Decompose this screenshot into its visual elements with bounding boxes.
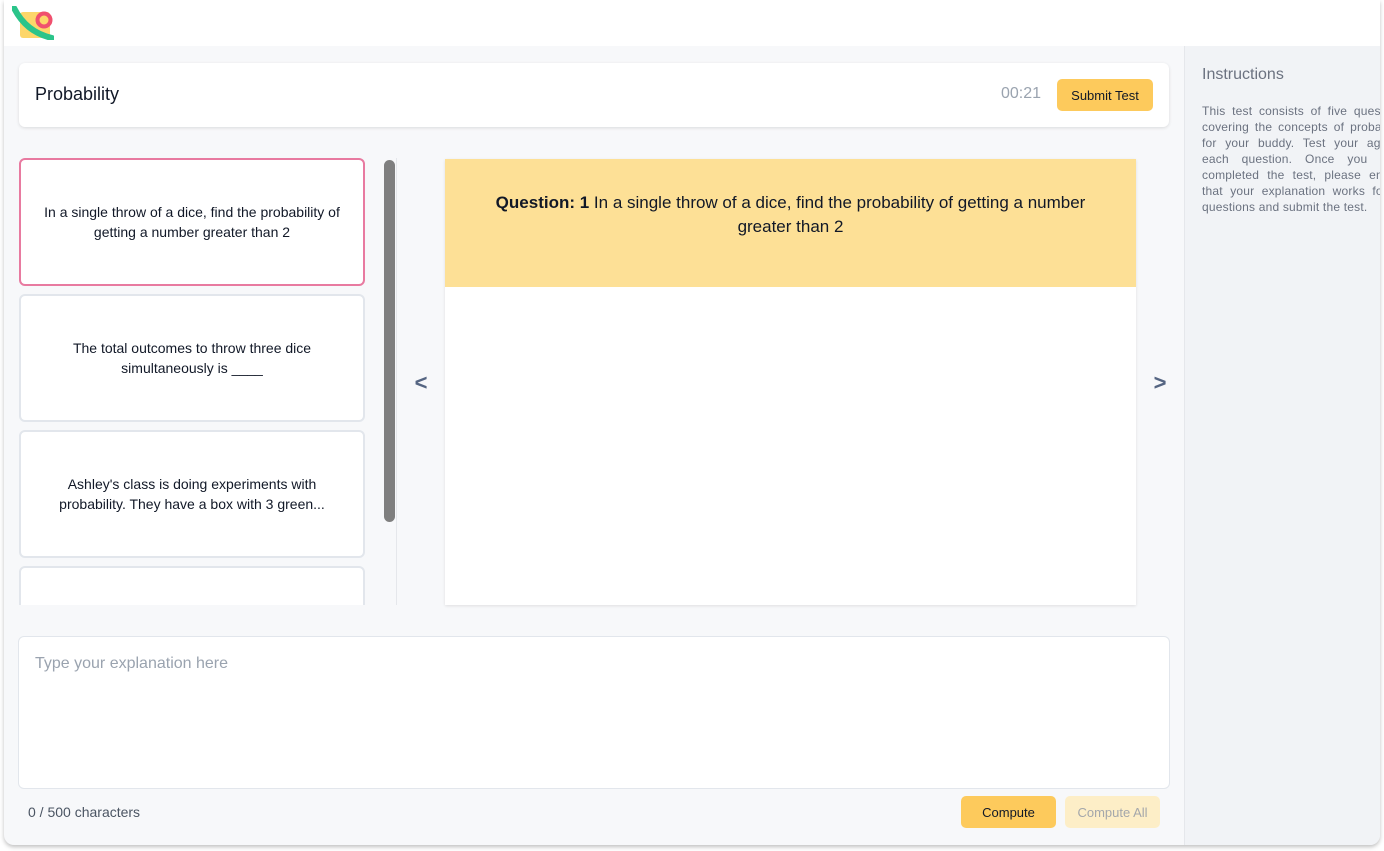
instructions-text: This test consists of five questions cov… (1202, 104, 1380, 214)
question-card[interactable]: Ashley's class is doing experiments with… (19, 430, 365, 558)
question-panel: Question: 1 In a single throw of a dice,… (445, 159, 1136, 605)
page-title: Probability (35, 84, 120, 104)
timer: 00:21 (1000, 85, 1041, 102)
top-bar (4, 0, 1380, 46)
question-card-text: Ashley's class is doing experiments with… (59, 476, 325, 512)
question-card[interactable] (19, 566, 365, 605)
question-list: In a single throw of a dice, find the pr… (19, 158, 367, 605)
submit-test-button[interactable]: Submit Test (1057, 79, 1153, 111)
scrollbar-thumb[interactable] (384, 160, 395, 522)
chevron-left-icon[interactable]: < (410, 368, 432, 398)
compute-button[interactable]: Compute (961, 796, 1056, 828)
question-card-text: In a single throw of a dice, find the pr… (44, 204, 340, 240)
question-card[interactable]: In a single throw of a dice, find the pr… (19, 158, 365, 286)
brand-logo[interactable] (12, 6, 54, 40)
instructions-title: Instructions (1202, 66, 1284, 83)
question-number: Question: 1 (495, 193, 590, 212)
question-text: In a single throw of a dice, find the pr… (593, 193, 1086, 236)
main-area: Probability 00:21 Submit Test In a singl… (4, 46, 1184, 845)
app-window: Probability 00:21 Submit Test In a singl… (4, 0, 1380, 845)
character-count: 0 / 500 characters (28, 804, 141, 820)
compute-all-button[interactable]: Compute All (1065, 796, 1160, 828)
question-header: Question: 1 In a single throw of a dice,… (445, 159, 1136, 287)
question-card-text: The total outcomes to throw three dice s… (72, 340, 312, 376)
instructions-panel: Instructions This test consists of five … (1184, 46, 1380, 845)
test-header: Probability 00:21 Submit Test (19, 63, 1169, 127)
question-card[interactable]: The total outcomes to throw three dice s… (19, 294, 365, 422)
explanation-input[interactable] (18, 636, 1170, 789)
chevron-right-icon[interactable]: > (1149, 368, 1171, 398)
